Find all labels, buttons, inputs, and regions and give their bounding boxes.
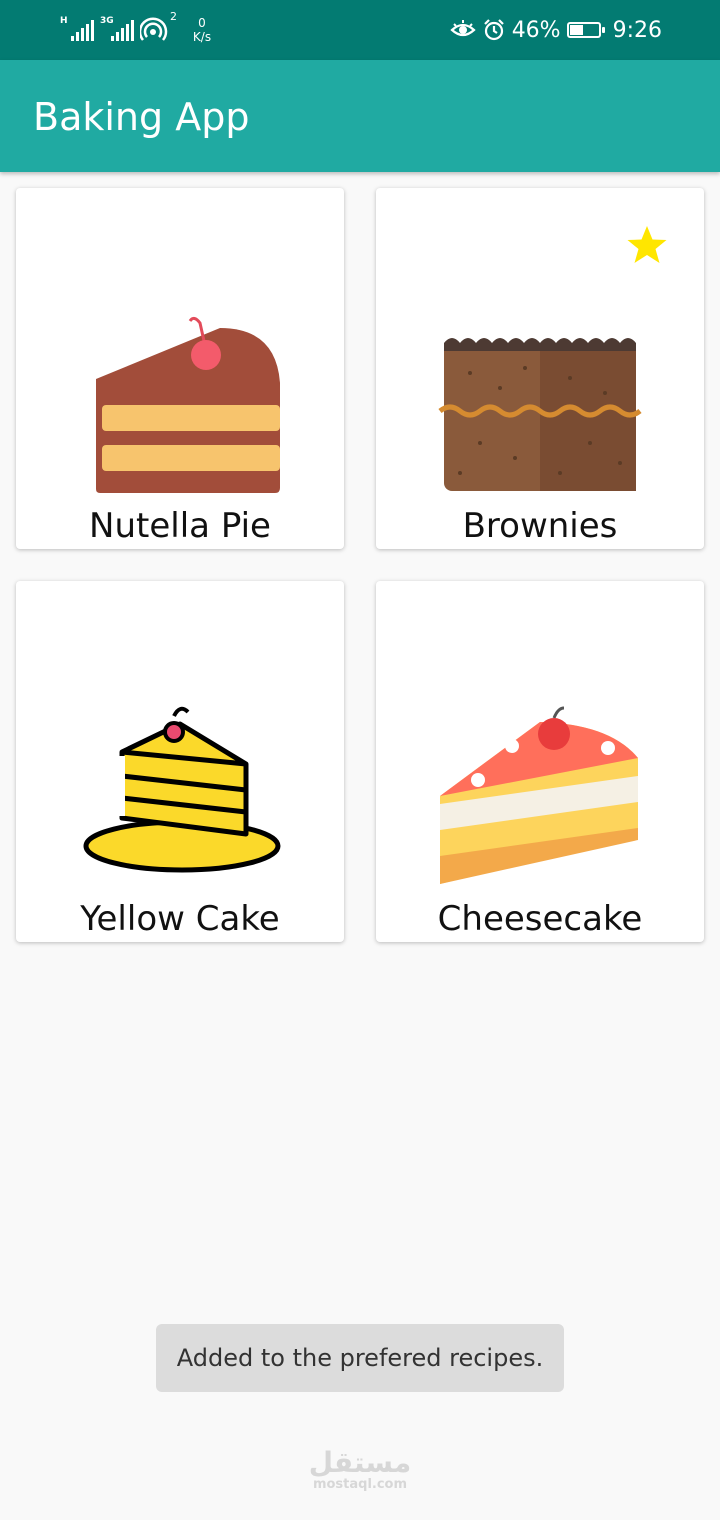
- signal-sim2-icon: 3G: [100, 17, 134, 43]
- network-speed-unit: K/s: [192, 30, 212, 44]
- recipe-card-nutella-pie[interactable]: Nutella Pie: [16, 188, 344, 549]
- recipe-card-yellow-cake[interactable]: Yellow Cake: [16, 581, 344, 942]
- brownies-icon: [438, 338, 642, 491]
- watermark-arabic: مستقل: [308, 1446, 412, 1479]
- status-time: 9:26: [612, 17, 662, 43]
- cheesecake-icon: [440, 706, 638, 884]
- network-speed: 0 K/s: [187, 16, 217, 44]
- hotspot-count: 2: [170, 10, 177, 23]
- signal-sim1-icon: H: [60, 17, 94, 43]
- recipe-name: Cheesecake: [437, 899, 643, 939]
- status-left-group: H 3G 2 0 K/s: [60, 10, 217, 46]
- alarm-icon: [483, 19, 504, 41]
- watermark-logo: مستقل mostaql.com: [300, 1448, 420, 1492]
- nutella-pie-icon: [96, 316, 280, 493]
- favorite-star-icon[interactable]: [626, 224, 668, 266]
- app-bar: Baking App: [0, 60, 720, 172]
- recipe-card-cheesecake[interactable]: Cheesecake: [376, 581, 704, 942]
- yellow-cake-icon: [83, 706, 281, 873]
- recipe-name: Yellow Cake: [80, 899, 280, 939]
- toast-message: Added to the prefered recipes.: [156, 1324, 564, 1392]
- battery-icon: [566, 22, 605, 38]
- status-bar: H 3G 2 0 K/s 46% 9:26: [0, 0, 720, 60]
- recipe-name: Nutella Pie: [89, 506, 271, 546]
- eye-comfort-icon: [450, 20, 476, 37]
- battery-level-fill: [569, 25, 583, 35]
- recipe-name: Brownies: [462, 506, 618, 546]
- sim1-network-type: H: [60, 16, 68, 26]
- network-speed-value: 0: [198, 16, 206, 30]
- hotspot-icon: [140, 17, 168, 41]
- status-right-group: 46% 9:26: [450, 14, 662, 46]
- recipe-card-brownies[interactable]: Brownies: [376, 188, 704, 549]
- battery-percent: 46%: [511, 17, 561, 43]
- app-title: Baking App: [33, 95, 250, 139]
- watermark-latin: mostaql.com: [312, 1477, 408, 1492]
